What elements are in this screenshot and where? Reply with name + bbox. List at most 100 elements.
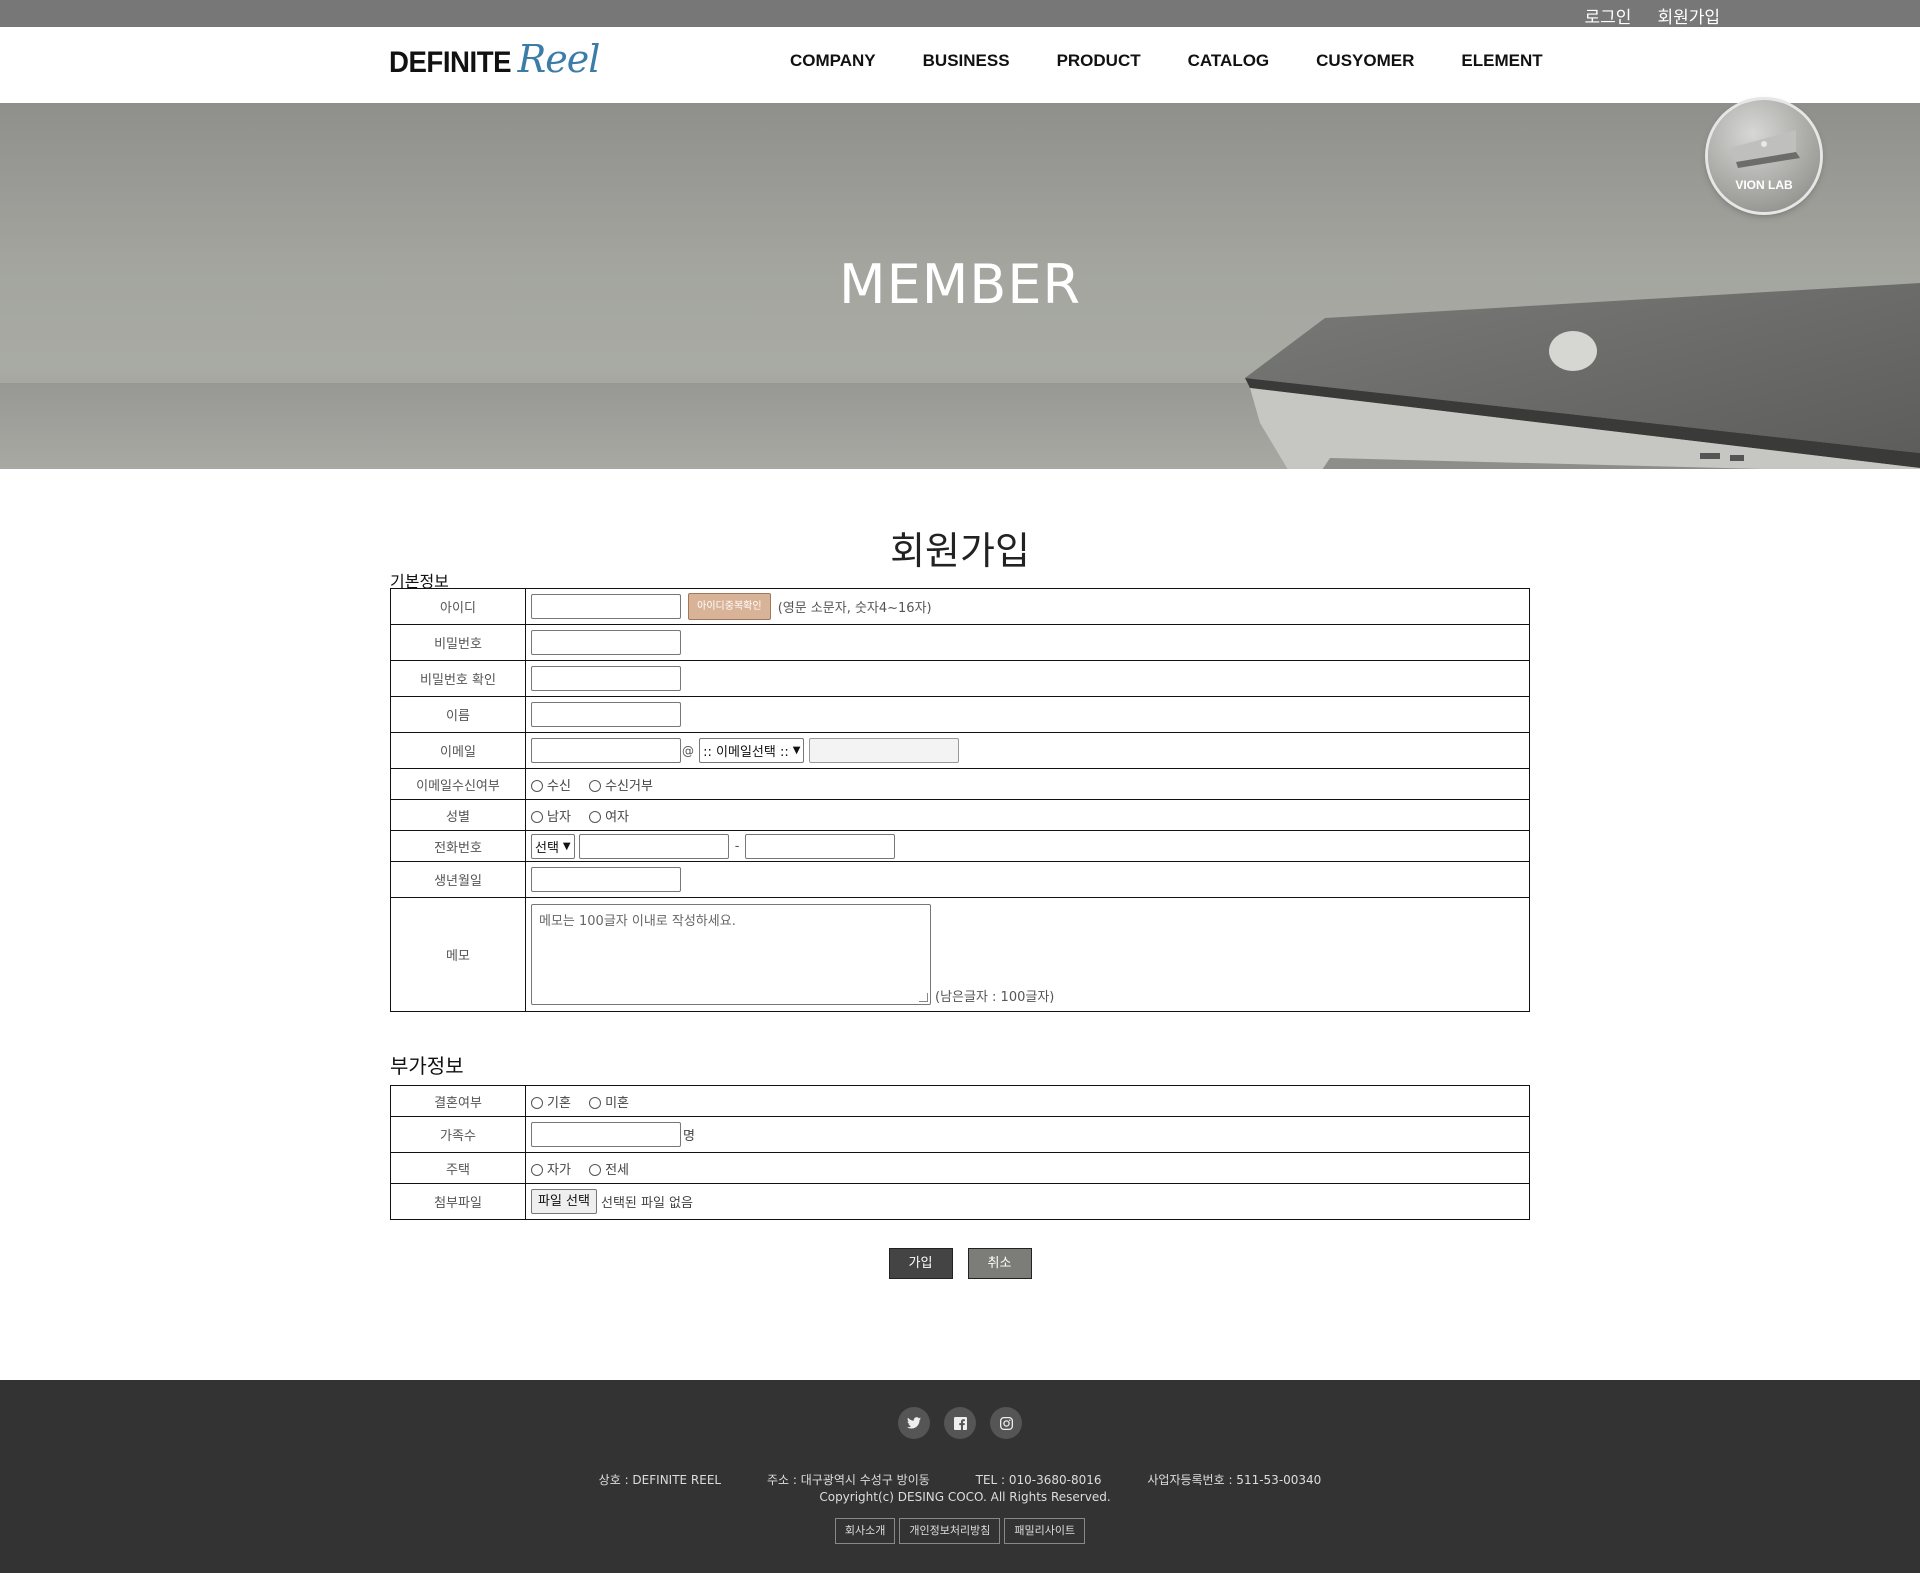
email-id-input[interactable] — [531, 738, 681, 763]
radio-icon — [531, 1097, 543, 1109]
file-label: 첨부파일 — [390, 1183, 526, 1220]
marital-single-radio[interactable]: 미혼 — [589, 1092, 629, 1111]
radio-label: 자가 — [547, 1162, 571, 1178]
gender-female-radio[interactable]: 여자 — [589, 806, 629, 825]
radio-label: 남자 — [547, 809, 571, 825]
hero-title: MEMBER — [839, 253, 1081, 316]
housing-label: 주택 — [390, 1152, 526, 1184]
laptop-image — [1245, 283, 1920, 469]
email-receive-yes-radio[interactable]: 수신 — [531, 775, 571, 794]
main-nav: COMPANY BUSINESS PRODUCT CATALOG CUSYOME… — [790, 51, 1590, 71]
radio-icon — [531, 811, 543, 823]
phone-label: 전화번호 — [390, 830, 526, 862]
id-label: 아이디 — [390, 588, 526, 625]
apple-logo-icon — [1549, 331, 1597, 371]
table-row: 성별 남자 여자 — [390, 799, 1530, 831]
table-row: 이메일 @ :: 이메일선택 :: ▼ — [390, 732, 1530, 769]
cancel-button[interactable]: 취소 — [967, 1248, 1032, 1279]
memo-textarea[interactable]: 메모는 100글자 이내로 작성하세요. — [531, 904, 931, 1005]
radio-icon — [589, 811, 602, 823]
family-count-input[interactable] — [531, 1122, 681, 1147]
laptop-badge-icon — [1730, 130, 1800, 168]
logo-text-script: Reel — [517, 37, 601, 81]
id-hint: (영문 소문자, 숫자4~16자) — [777, 601, 932, 616]
file-select-button[interactable]: 파일 선택 — [531, 1189, 597, 1214]
company-name: 상호 : DEFINITE REEL — [598, 1473, 722, 1487]
utility-links: 로그인 회원가입 — [1585, 3, 1720, 28]
phone-last-input[interactable] — [745, 833, 896, 859]
badge-label: VION LAB — [1735, 178, 1793, 192]
table-row: 생년월일 — [390, 861, 1530, 898]
form-actions: 가입 취소 — [0, 1248, 1920, 1279]
email-at-sign: @ — [682, 743, 694, 758]
table-row: 이메일수신여부 수신 수신거부 — [390, 768, 1530, 800]
marital-married-radio[interactable]: 기혼 — [531, 1092, 571, 1111]
phone-middle-input[interactable] — [578, 833, 729, 859]
radio-label: 미혼 — [605, 1095, 629, 1111]
table-row: 가족수 명 — [390, 1116, 1530, 1153]
signup-link[interactable]: 회원가입 — [1657, 3, 1720, 28]
housing-own-radio[interactable]: 자가 — [531, 1159, 571, 1178]
utility-bar: 로그인 회원가입 — [0, 0, 1920, 28]
name-label: 이름 — [390, 696, 526, 733]
company-address: 주소 : 대구광역시 수성구 방이동 — [766, 1473, 930, 1487]
email-domain-select-value: :: 이메일선택 :: — [703, 745, 789, 760]
password-input[interactable] — [531, 630, 681, 655]
id-duplicate-check-button[interactable]: 아이디중복확인 — [688, 593, 771, 620]
radio-icon — [589, 1164, 602, 1176]
nav-customer[interactable]: CUSYOMER — [1316, 51, 1414, 71]
twitter-icon[interactable] — [898, 1407, 930, 1439]
birth-input[interactable] — [531, 867, 681, 892]
radio-label: 수신 — [547, 778, 571, 794]
footer-link-company[interactable]: 회사소개 — [834, 1518, 896, 1544]
gender-male-radio[interactable]: 남자 — [531, 806, 571, 825]
vion-lab-badge[interactable]: VION LAB — [1708, 100, 1820, 212]
facebook-icon[interactable] — [944, 1407, 976, 1439]
email-domain-input[interactable] — [808, 738, 959, 763]
table-row: 전화번호 선택 ▼ - — [390, 830, 1530, 862]
copyright: Copyright(c) DESING COCO. All Rights Res… — [819, 1490, 1111, 1504]
site-logo[interactable]: DEFINITE Reel — [389, 37, 601, 87]
nav-business[interactable]: BUSINESS — [923, 51, 1010, 71]
email-domain-select[interactable]: :: 이메일선택 :: ▼ — [699, 738, 805, 763]
nav-catalog[interactable]: CATALOG — [1188, 51, 1270, 71]
table-row: 메모 메모는 100글자 이내로 작성하세요. (남은글자 : 100글자) — [390, 897, 1530, 1012]
password-confirm-label: 비밀번호 확인 — [390, 660, 526, 697]
extra-info-table: 결혼여부 기혼 미혼 가족수 명 주택 자가 전세 첨부파일 파일 선택 선택된 … — [390, 1085, 1530, 1220]
family-unit: 명 — [683, 1129, 695, 1144]
phone-dash: - — [734, 838, 740, 854]
basic-info-table: 아이디 아이디중복확인 (영문 소문자, 숫자4~16자) 비밀번호 비밀번호 … — [390, 588, 1530, 1012]
footer-link-privacy[interactable]: 개인정보처리방침 — [899, 1518, 1001, 1544]
nav-element[interactable]: ELEMENT — [1461, 51, 1542, 71]
password-confirm-input[interactable] — [531, 666, 681, 691]
housing-lease-radio[interactable]: 전세 — [589, 1159, 629, 1178]
table-row: 결혼여부 기혼 미혼 — [390, 1085, 1530, 1117]
footer-link-family[interactable]: 패밀리사이트 — [1004, 1518, 1086, 1544]
resize-grip-icon[interactable] — [919, 993, 928, 1002]
radio-label: 여자 — [605, 809, 629, 825]
table-row: 주택 자가 전세 — [390, 1152, 1530, 1184]
nav-company[interactable]: COMPANY — [790, 51, 876, 71]
radio-label: 기혼 — [547, 1095, 571, 1111]
radio-label: 전세 — [605, 1162, 629, 1178]
table-row: 아이디 아이디중복확인 (영문 소문자, 숫자4~16자) — [390, 588, 1530, 625]
nav-product[interactable]: PRODUCT — [1057, 51, 1141, 71]
phone-prefix-select[interactable]: 선택 ▼ — [531, 833, 575, 859]
instagram-icon[interactable] — [990, 1407, 1022, 1439]
name-input[interactable] — [531, 702, 681, 727]
login-link[interactable]: 로그인 — [1585, 3, 1632, 28]
radio-icon — [589, 1097, 602, 1109]
email-receive-no-radio[interactable]: 수신거부 — [589, 775, 653, 794]
join-button[interactable]: 가입 — [888, 1248, 953, 1279]
email-label: 이메일 — [390, 732, 526, 769]
radio-icon — [589, 780, 602, 792]
id-input[interactable] — [531, 594, 681, 619]
gender-label: 성별 — [390, 799, 526, 831]
table-row: 비밀번호 — [390, 624, 1530, 661]
family-label: 가족수 — [390, 1116, 526, 1153]
hero-banner: MEMBER — [0, 103, 1920, 469]
company-info: 상호 : DEFINITE REEL 주소 : 대구광역시 수성구 방이동 TE… — [0, 1471, 1920, 1488]
table-row: 비밀번호 확인 — [390, 660, 1530, 697]
table-row: 이름 — [390, 696, 1530, 733]
password-label: 비밀번호 — [390, 624, 526, 661]
